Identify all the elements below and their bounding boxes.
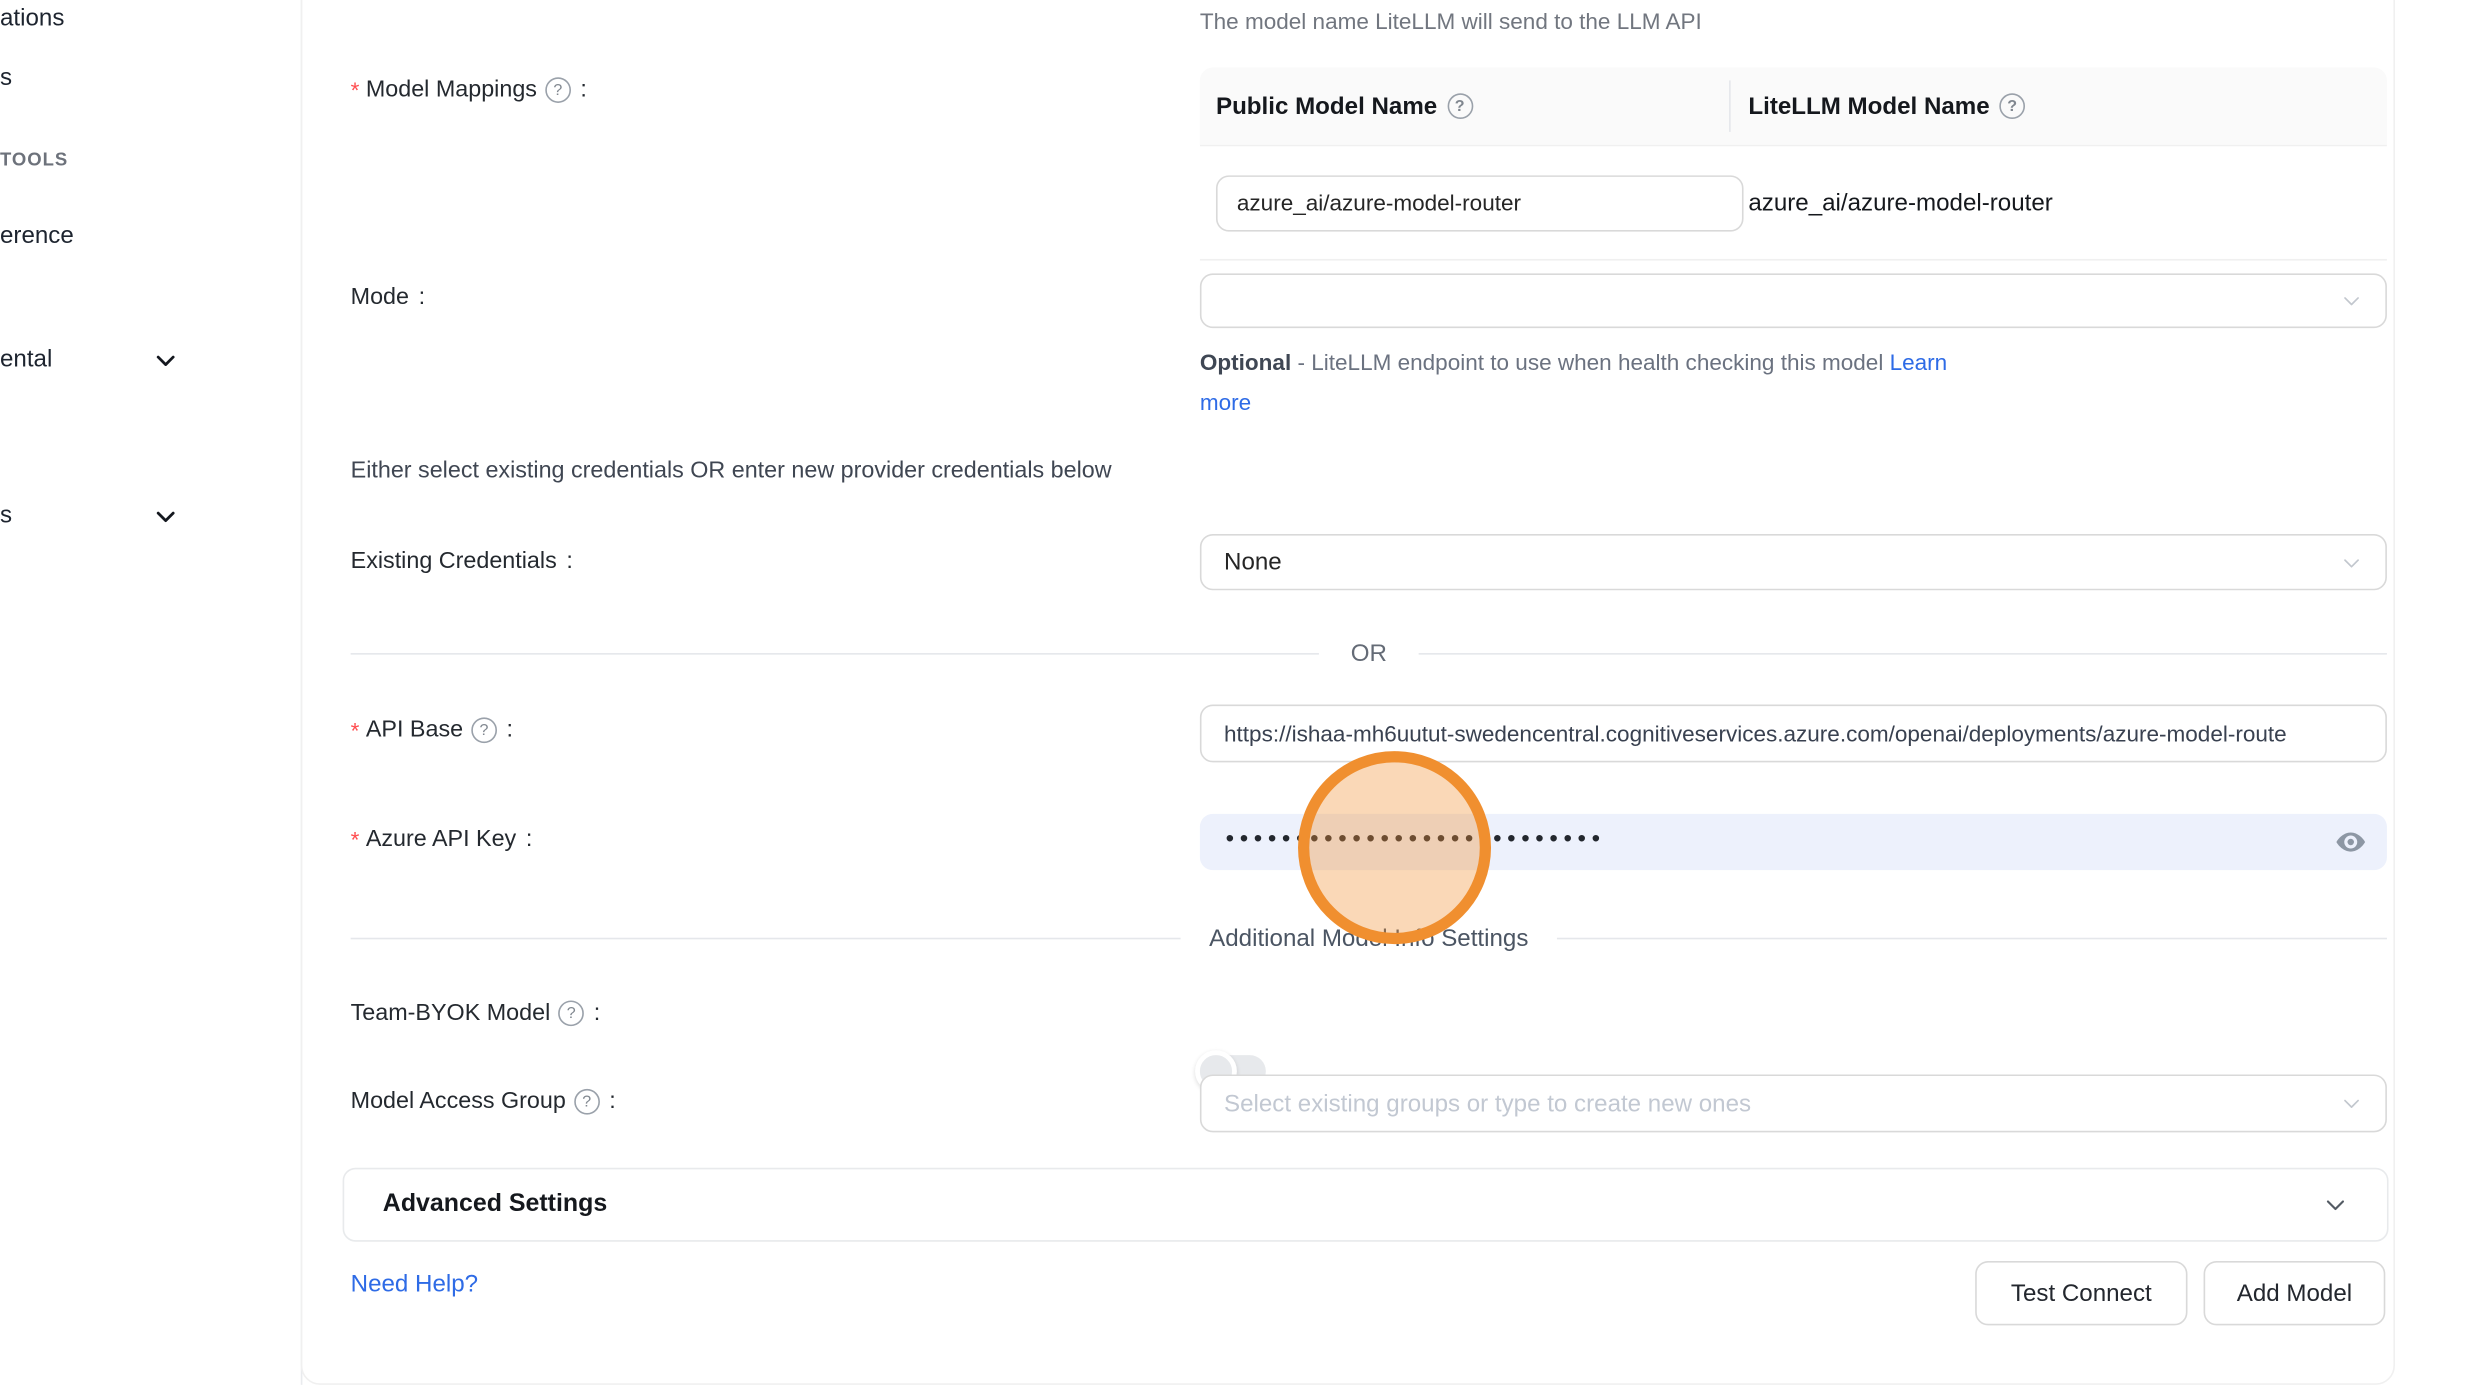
team-byok-label-text: Team-BYOK Model — [351, 1000, 551, 1026]
credentials-note: Either select existing credentials OR en… — [351, 458, 1112, 484]
model-mappings-table-header: Public Model Name ? LiteLLM Model Name ? — [1200, 68, 2387, 147]
chevron-down-icon — [2323, 1192, 2349, 1218]
public-model-name-header: Public Model Name ? — [1200, 92, 1729, 119]
colon: : — [419, 285, 425, 311]
advanced-settings-label: Advanced Settings — [383, 1190, 607, 1219]
need-help-link[interactable]: Need Help? — [351, 1271, 478, 1298]
header-column-divider — [1729, 80, 1731, 131]
public-model-name-input[interactable] — [1216, 175, 1744, 231]
divider-line — [1419, 653, 2387, 655]
existing-credentials-label-text: Existing Credentials — [351, 548, 557, 574]
sidebar-section-tools: TOOLS — [0, 151, 68, 170]
public-model-name-header-text: Public Model Name — [1216, 92, 1437, 119]
help-icon[interactable]: ? — [574, 1089, 600, 1115]
help-icon[interactable]: ? — [545, 77, 571, 103]
model-access-group-label-text: Model Access Group — [351, 1089, 566, 1115]
existing-credentials-select[interactable]: None — [1200, 534, 2387, 590]
chevron-down-icon[interactable] — [153, 347, 179, 373]
add-model-button[interactable]: Add Model — [2204, 1261, 2386, 1325]
chevron-down-icon — [2340, 551, 2363, 574]
colon: : — [526, 827, 532, 853]
model-mappings-table: Public Model Name ? LiteLLM Model Name ?… — [1200, 68, 2387, 261]
model-access-group-placeholder: Select existing groups or type to create… — [1224, 1090, 1751, 1117]
chevron-down-icon — [2340, 1092, 2363, 1115]
show-password-eye-icon[interactable] — [2334, 825, 2368, 859]
azure-api-key-input[interactable]: ••••••••••••••••••••••••••• — [1200, 814, 2387, 870]
litellm-model-name-header: LiteLLM Model Name ? — [1729, 92, 2387, 119]
sidebar-item-organizations[interactable]: ations — [0, 5, 64, 32]
mode-help-bold: Optional — [1200, 349, 1291, 375]
azure-api-key-label: * Azure API Key : — [351, 827, 533, 853]
advanced-settings-panel[interactable]: Advanced Settings — [343, 1168, 2389, 1242]
divider-line — [1557, 938, 2387, 940]
test-connect-button[interactable]: Test Connect — [1975, 1261, 2187, 1325]
additional-settings-divider-text: Additional Model Info Settings — [1209, 925, 1528, 952]
litellm-model-name-help-text: The model name LiteLLM will send to the … — [1200, 8, 1702, 34]
colon: : — [507, 717, 513, 743]
public-model-name-cell — [1200, 175, 1729, 231]
litellm-add-model-screen: ations s TOOLS erence ental s The model … — [0, 0, 2477, 1385]
team-byok-label: Team-BYOK Model ? : — [351, 1000, 601, 1026]
litellm-model-name-header-text: LiteLLM Model Name — [1748, 92, 1989, 119]
masked-api-key: ••••••••••••••••••••••••••• — [1226, 827, 1606, 851]
divider-line — [351, 653, 1319, 655]
existing-credentials-value: None — [1224, 548, 1282, 575]
colon: : — [594, 1000, 600, 1026]
api-base-label-text: API Base — [366, 717, 463, 743]
help-icon[interactable]: ? — [1999, 93, 2025, 119]
help-icon[interactable]: ? — [471, 717, 497, 743]
api-base-label: * API Base ? : — [351, 717, 513, 743]
mode-help-body: - LiteLLM endpoint to use when health ch… — [1291, 349, 1889, 375]
sidebar-item[interactable]: s — [0, 64, 12, 91]
mode-label-text: Mode — [351, 285, 409, 311]
mode-label: Mode : — [351, 285, 425, 311]
colon: : — [566, 548, 572, 574]
mode-help-text: Optional - LiteLLM endpoint to use when … — [1200, 343, 2036, 423]
litellm-model-name-value: azure_ai/azure-model-router — [1729, 189, 2387, 216]
or-divider: OR — [351, 640, 2387, 667]
chevron-down-icon[interactable] — [153, 503, 179, 529]
mode-select[interactable] — [1200, 273, 2387, 328]
sidebar-item-settings[interactable]: s — [0, 502, 12, 529]
help-icon[interactable]: ? — [558, 1000, 584, 1026]
existing-credentials-label: Existing Credentials : — [351, 548, 573, 574]
sidebar-item-reference[interactable]: erence — [0, 222, 74, 249]
required-asterisk: * — [351, 717, 360, 743]
required-asterisk: * — [351, 827, 360, 853]
or-text: OR — [1351, 640, 1387, 667]
api-base-input[interactable]: https://ishaa-mh6uutut-swedencentral.cog… — [1200, 704, 2387, 762]
required-asterisk: * — [351, 77, 360, 103]
divider-line — [351, 938, 1181, 940]
colon: : — [580, 77, 586, 103]
azure-api-key-label-text: Azure API Key — [366, 827, 516, 853]
chevron-down-icon — [2340, 290, 2363, 313]
model-mappings-label-text: Model Mappings — [366, 77, 537, 103]
learn-more-link[interactable]: more — [1200, 389, 1251, 415]
model-access-group-select[interactable]: Select existing groups or type to create… — [1200, 1074, 2387, 1132]
model-mappings-label: * Model Mappings ? : — [351, 77, 587, 103]
model-access-group-label: Model Access Group ? : — [351, 1089, 616, 1115]
learn-more-link[interactable]: Learn — [1890, 349, 1948, 375]
model-mappings-table-row: azure_ai/azure-model-router — [1200, 146, 2387, 260]
additional-settings-divider: Additional Model Info Settings — [351, 925, 2387, 952]
colon: : — [609, 1089, 615, 1115]
help-icon[interactable]: ? — [1447, 93, 1473, 119]
sidebar-item-experimental[interactable]: ental — [0, 346, 52, 373]
api-base-value: https://ishaa-mh6uutut-swedencentral.cog… — [1224, 721, 2287, 747]
